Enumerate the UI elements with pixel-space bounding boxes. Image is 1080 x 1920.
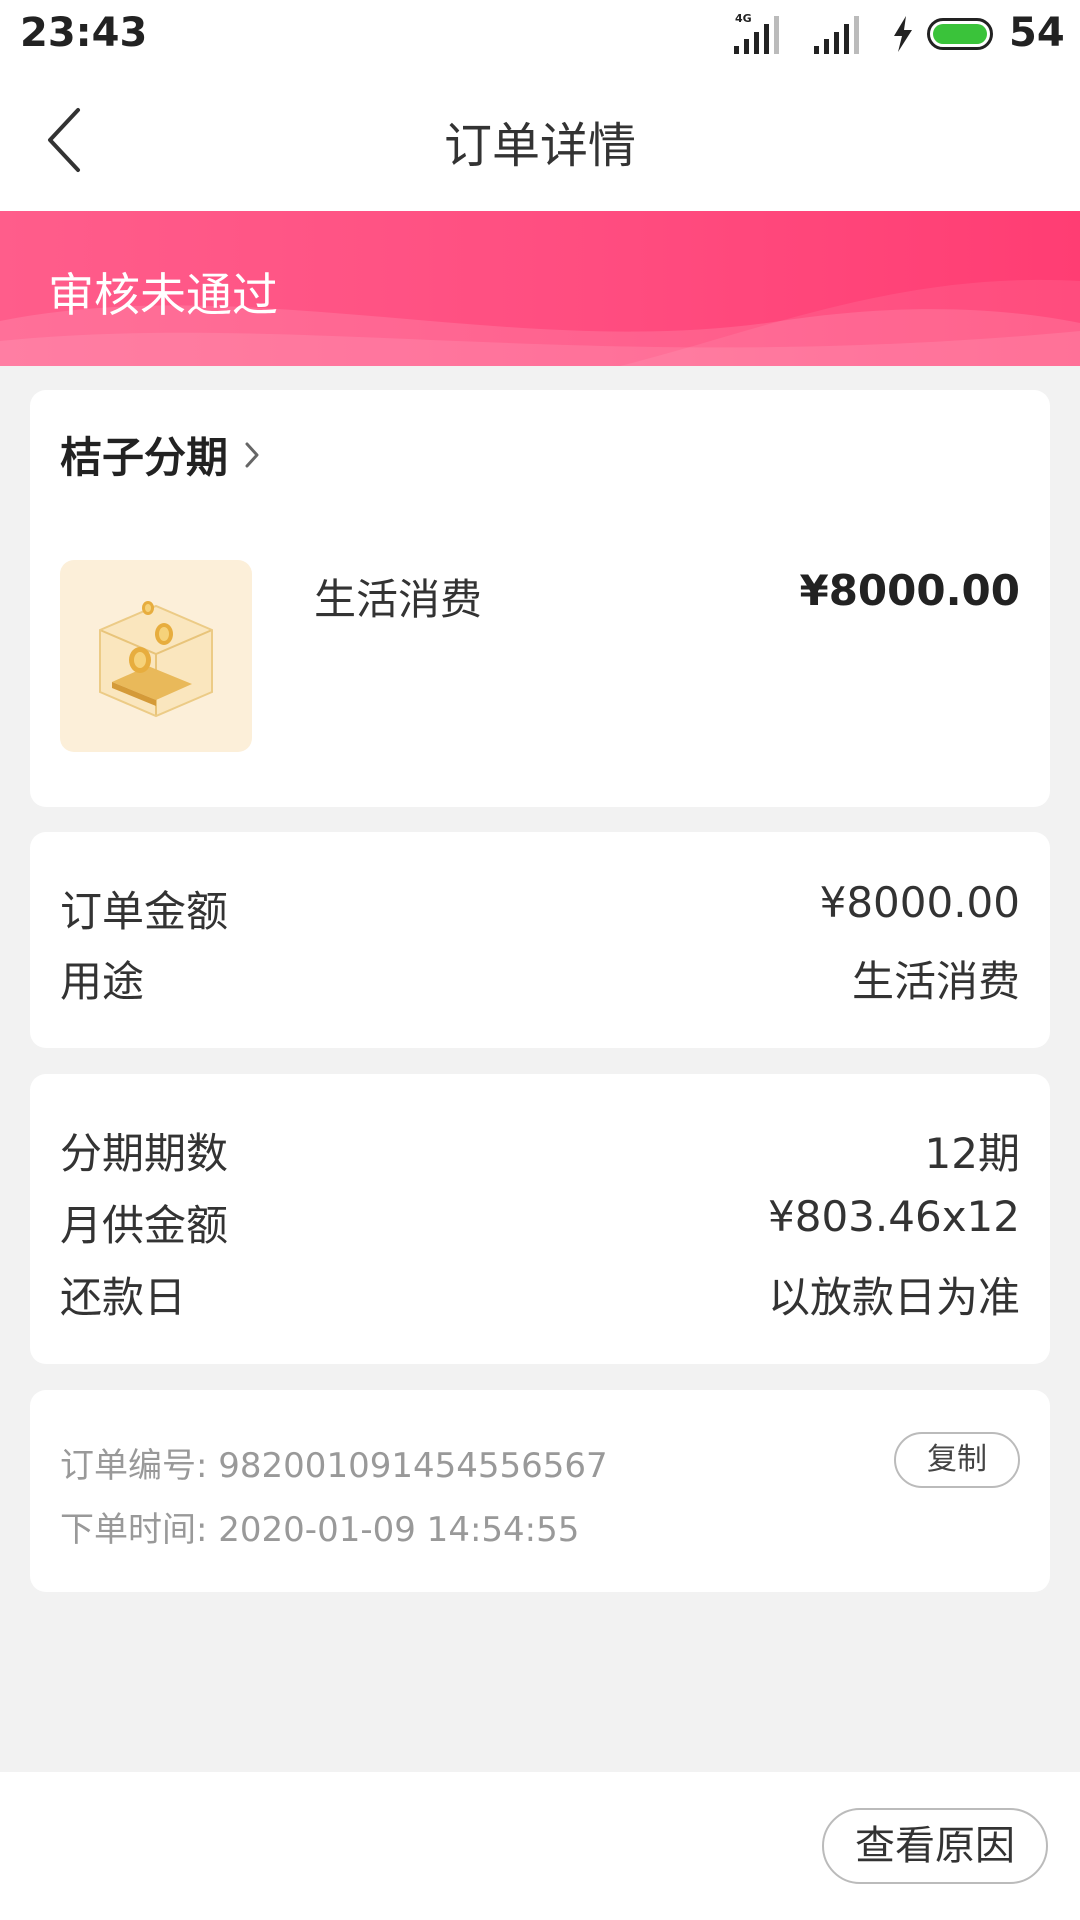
signal-4g-icon: 4G	[734, 12, 779, 54]
signal-icon	[814, 16, 859, 54]
order-time-label: 下单时间:	[60, 1510, 208, 1550]
purpose-label: 用途	[60, 957, 145, 1006]
repayment-day-label: 还款日	[60, 1273, 187, 1322]
status-time: 23:43	[20, 10, 148, 56]
bottom-bar: 查看原因	[0, 1772, 1080, 1920]
charging-bolt-icon	[894, 16, 912, 52]
installment-count-label: 分期期数	[60, 1129, 229, 1178]
detail-row: 分期期数 12期	[60, 1120, 1020, 1180]
installment-card: 分期期数 12期 月供金额 ¥803.46x12 还款日 以放款日为准	[30, 1074, 1050, 1364]
order-number: 982001091454556567	[218, 1446, 608, 1486]
battery-fill	[933, 24, 987, 44]
order-time-line: 下单时间: 2020-01-09 14:54:55	[60, 1502, 579, 1551]
purpose-value: 生活消费	[851, 957, 1020, 1006]
order-number-line: 订单编号: 982001091454556567	[60, 1438, 608, 1487]
product-price: ¥8000.00	[799, 566, 1020, 615]
detail-row: 月供金额 ¥803.46x12	[60, 1192, 1020, 1252]
page-title: 订单详情	[443, 118, 636, 174]
order-status-text: 审核未通过	[48, 268, 278, 322]
order-amount-value: ¥8000.00	[819, 878, 1020, 927]
installment-count-value: 12期	[924, 1129, 1020, 1178]
chevron-right-icon	[245, 442, 259, 467]
merchant-name: 桔子分期	[60, 433, 229, 482]
battery-icon	[927, 18, 993, 50]
merchant-link[interactable]: 桔子分期	[60, 424, 260, 485]
status-banner: 审核未通过	[0, 211, 1080, 366]
detail-row: 用途 生活消费	[60, 948, 1020, 1008]
product-name: 生活消费	[314, 575, 483, 624]
merchant-card: 桔子分期 生活消费 ¥8000.00	[30, 390, 1050, 807]
detail-row: 订单金额 ¥8000.00	[60, 878, 1020, 938]
amount-card: 订单金额 ¥8000.00 用途 生活消费	[30, 832, 1050, 1048]
status-icons: 4G 54	[732, 10, 1065, 56]
battery-level: 54	[1009, 10, 1065, 56]
nav-bar: 订单详情	[0, 68, 1080, 211]
copy-button[interactable]: 复制	[894, 1432, 1020, 1488]
coin-box-icon	[60, 560, 252, 752]
view-reason-button[interactable]: 查看原因	[822, 1808, 1048, 1884]
order-time: 2020-01-09 14:54:55	[218, 1510, 580, 1550]
status-bar: 23:43 4G 54	[0, 0, 1080, 68]
repayment-day-value: 以放款日为准	[767, 1273, 1020, 1322]
order-amount-label: 订单金额	[60, 887, 229, 936]
order-number-label: 订单编号:	[60, 1446, 208, 1486]
monthly-payment-value: ¥803.46x12	[768, 1192, 1020, 1241]
monthly-payment-label: 月供金额	[60, 1201, 229, 1250]
detail-row: 还款日 以放款日为准	[60, 1264, 1020, 1324]
network-type-label: 4G	[735, 12, 752, 25]
order-info-card: 订单编号: 982001091454556567 下单时间: 2020-01-0…	[30, 1390, 1050, 1592]
